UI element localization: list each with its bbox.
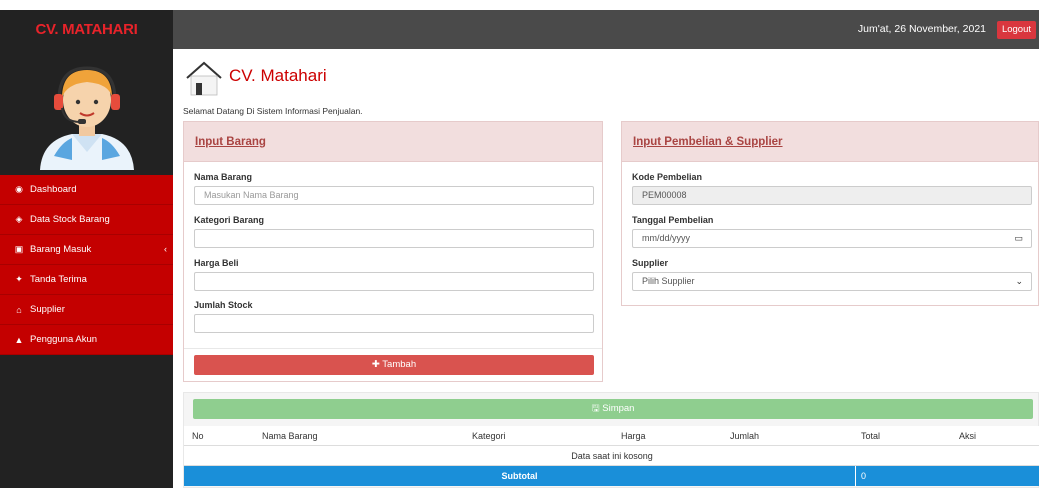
sidebar-menu: ◉ Dashboard ◈ Data Stock Barang ▣ Barang…: [0, 175, 173, 355]
simpan-button[interactable]: 🖫 Simpan: [193, 399, 1033, 419]
column-header-nama-barang: Nama Barang: [262, 431, 318, 441]
empty-state: Data saat ini kosong: [184, 446, 1039, 466]
supplier-label: Supplier: [632, 258, 669, 268]
jumlah-stock-label: Jumlah Stock: [194, 300, 253, 310]
jumlah-stock-input[interactable]: [194, 314, 594, 333]
operator-avatar-icon: [40, 66, 134, 170]
tambah-button[interactable]: ✚ Tambah: [194, 355, 594, 375]
sidebar-item-label: Tanda Terima: [30, 274, 87, 285]
money-icon: ▣: [14, 244, 24, 254]
nama-barang-input[interactable]: Masukan Nama Barang: [194, 186, 594, 205]
sidebar-item-data-stock-barang[interactable]: ◈ Data Stock Barang: [0, 205, 173, 235]
calendar-icon[interactable]: ▭: [1014, 230, 1023, 247]
column-header-aksi: Aksi: [959, 431, 977, 441]
tanggal-pembelian-input[interactable]: mm/dd/yyyy ▭: [632, 229, 1032, 248]
column-header-no: No: [192, 431, 204, 441]
chevron-down-icon: ⌄: [1015, 276, 1023, 286]
kategori-barang-input[interactable]: [194, 229, 594, 248]
date-placeholder: mm/dd/yyyy: [642, 233, 691, 243]
input-pembelian-panel: Input Pembelian & Supplier Kode Pembelia…: [621, 121, 1039, 306]
kode-pembelian-input: PEM00008: [632, 186, 1032, 205]
table-header: No Nama Barang Kategori Harga Jumlah Tot…: [184, 426, 1039, 446]
supplier-selected: Pilih Supplier: [642, 276, 695, 286]
sidebar: ◉ Dashboard ◈ Data Stock Barang ▣ Barang…: [0, 49, 173, 488]
sidebar-item-label: Data Stock Barang: [30, 214, 110, 225]
cart-table: No Nama Barang Kategori Harga Jumlah Tot…: [184, 426, 1039, 486]
column-header-harga: Harga: [621, 431, 646, 441]
sidebar-item-supplier[interactable]: ⌂ Supplier: [0, 295, 173, 325]
brand-logo-text[interactable]: CV. MATAHARI: [0, 10, 173, 49]
welcome-text: Selamat Datang Di Sistem Informasi Penju…: [183, 106, 363, 116]
sidebar-item-pengguna-akun[interactable]: ▲ Pengguna Akun: [0, 325, 173, 355]
main-content: CV. Matahari Selamat Datang Di Sistem In…: [173, 49, 1039, 488]
tanggal-pembelian-label: Tanggal Pembelian: [632, 215, 714, 225]
harga-beli-label: Harga Beli: [194, 258, 239, 268]
panel-heading: Input Barang: [184, 122, 602, 162]
current-date: Jum'at, 26 November, 2021: [857, 23, 986, 35]
sidebar-item-label: Barang Masuk: [30, 244, 92, 255]
kategori-barang-label: Kategori Barang: [194, 215, 265, 225]
top-navbar: CV. MATAHARI Jum'at, 26 November, 2021 L…: [0, 10, 1039, 49]
sidebar-item-dashboard[interactable]: ◉ Dashboard: [0, 175, 173, 205]
subtotal-label: Subtotal: [184, 466, 856, 486]
panel-heading: Input Pembelian & Supplier: [622, 122, 1038, 162]
nama-barang-label: Nama Barang: [194, 172, 253, 182]
column-header-kategori: Kategori: [472, 431, 506, 441]
column-header-total: Total: [861, 431, 881, 441]
home-icon: ⌂: [16, 304, 22, 315]
box-icon: ◈: [15, 214, 23, 224]
column-header-jumlah: Jumlah: [730, 431, 760, 441]
sidebar-item-barang-masuk[interactable]: ▣ Barang Masuk ‹: [0, 235, 173, 265]
sidebar-item-tanda-terima[interactable]: ✦ Tanda Terima: [0, 265, 173, 295]
panel-title: Input Barang: [195, 135, 266, 148]
user-icon: ▲: [14, 334, 24, 345]
sidebar-item-label: Supplier: [30, 304, 65, 315]
cart-panel: 🖫 Simpan No Nama Barang Kategori Harga J…: [183, 392, 1039, 488]
users-icon: ✦: [15, 274, 23, 284]
page-title: CV. Matahari: [229, 66, 327, 85]
harga-beli-input[interactable]: [194, 272, 594, 291]
logout-button[interactable]: Logout: [996, 21, 1036, 39]
kode-pembelian-label: Kode Pembelian: [632, 172, 703, 182]
panel-divider: [184, 348, 602, 349]
subtotal-row: Subtotal 0: [184, 466, 1039, 486]
supplier-select[interactable]: Pilih Supplier ⌄: [632, 272, 1032, 291]
input-barang-panel: Input Barang Nama Barang Masukan Nama Ba…: [183, 121, 603, 382]
dashboard-icon: ◉: [15, 184, 23, 194]
panel-title: Input Pembelian & Supplier: [633, 135, 783, 148]
subtotal-value: 0: [861, 471, 867, 481]
house-icon: [186, 61, 222, 96]
chevron-left-icon: ‹: [164, 244, 167, 254]
sidebar-item-label: Dashboard: [30, 184, 77, 195]
sidebar-item-label: Pengguna Akun: [30, 334, 98, 345]
